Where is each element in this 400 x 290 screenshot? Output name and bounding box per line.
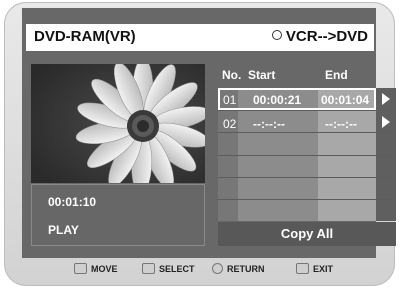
- footer-return-label: RETURN: [227, 263, 265, 274]
- playback-time: 00:01:10: [48, 195, 97, 209]
- footer-select-label: SELECT: [159, 263, 195, 274]
- footer-exit: EXIT: [296, 263, 333, 274]
- play-arrow-icon[interactable]: [382, 116, 390, 128]
- footer-select: SELECT: [142, 263, 195, 274]
- footer-return: RETURN: [212, 263, 265, 274]
- column-header-no: No.: [222, 68, 242, 82]
- move-icon: [74, 263, 87, 274]
- copy-mode-label: VCR-->DVD: [271, 28, 368, 45]
- copy-all-button[interactable]: Copy All: [218, 222, 396, 246]
- row-divider: [218, 155, 396, 156]
- exit-icon: [296, 263, 309, 274]
- row-end-time[interactable]: --:--:--: [325, 117, 357, 131]
- row-divider: [218, 177, 396, 178]
- header-bar: DVD-RAM(VR) VCR-->DVD: [26, 24, 374, 51]
- row-start-time[interactable]: --:--:--: [253, 117, 285, 131]
- copy-mode-text: VCR-->DVD: [285, 28, 368, 45]
- column-header-start: Start: [248, 68, 276, 82]
- return-icon: [212, 263, 223, 274]
- footer-move: MOVE: [74, 263, 118, 274]
- footer-move-label: MOVE: [91, 263, 118, 274]
- row-start-time[interactable]: 00:00:21: [253, 93, 301, 107]
- select-icon: [142, 263, 155, 274]
- row-number: 02: [223, 117, 237, 131]
- video-preview-thumbnail: [31, 64, 205, 183]
- flower-image: [31, 64, 205, 183]
- row-end-time[interactable]: 00:01:04: [321, 93, 369, 107]
- footer-exit-label: EXIT: [313, 263, 334, 274]
- mode-indicator-icon: [271, 30, 282, 40]
- playback-info-panel: 00:01:10 PLAY: [31, 184, 205, 246]
- row-divider: [218, 199, 396, 200]
- footer-help-bar: MOVE SELECT RETURN EXIT: [24, 260, 374, 280]
- play-arrow-icon[interactable]: [382, 93, 390, 105]
- row-number: 01: [223, 93, 237, 107]
- column-header-end: End: [325, 68, 348, 82]
- playback-status: PLAY: [48, 223, 79, 237]
- row-divider: [218, 132, 396, 133]
- disc-type-title: DVD-RAM(VR): [34, 28, 136, 45]
